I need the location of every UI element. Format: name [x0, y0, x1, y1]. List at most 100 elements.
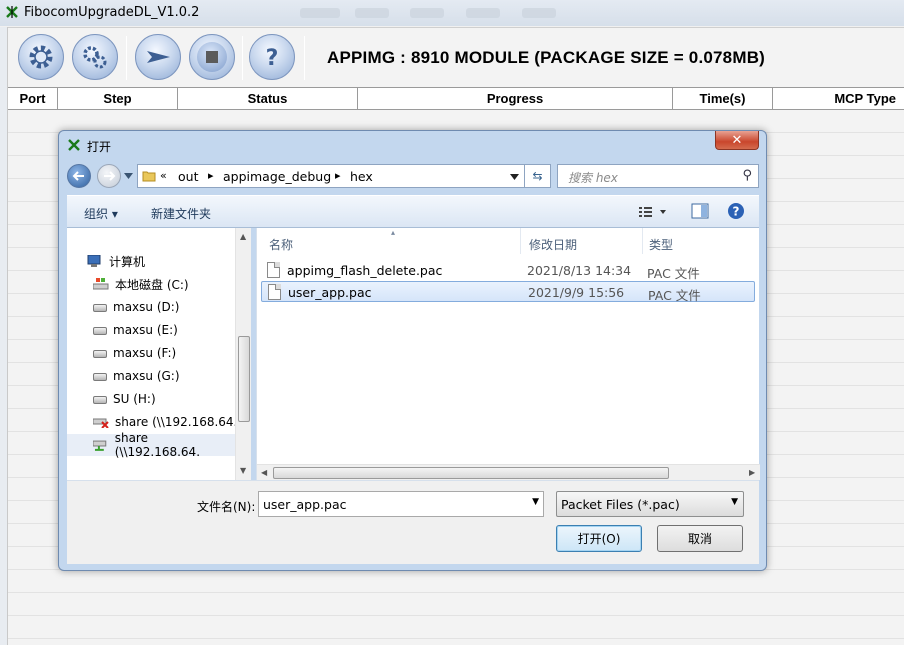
stop-button[interactable] — [189, 34, 235, 80]
tree-item-label: share (\\192.168.64. — [114, 431, 201, 459]
app-title-bar: FibocomUpgradeDL_V1.0.2 — [0, 0, 904, 26]
drive-icon — [93, 304, 107, 312]
help-button[interactable]: ? — [249, 34, 295, 80]
stop-square-icon — [206, 51, 218, 63]
file-type-select[interactable]: Packet Files (*.pac) ▼ — [556, 491, 744, 517]
new-folder-button[interactable]: 新建文件夹 — [151, 205, 211, 222]
back-arrow-icon — [72, 171, 84, 181]
drive-icon — [93, 350, 107, 358]
help-question-icon: ? — [266, 46, 279, 71]
column-time[interactable]: Time(s) — [673, 88, 773, 109]
command-bar: 组织 ▾ 新建文件夹 ? — [67, 195, 759, 228]
gear-icon — [29, 45, 53, 69]
scroll-up-icon[interactable]: ▲ — [240, 232, 246, 241]
app-icon — [6, 6, 18, 18]
scroll-down-icon[interactable]: ▼ — [240, 466, 246, 475]
file-icon — [267, 262, 280, 278]
column-step[interactable]: Step — [58, 88, 178, 109]
column-port[interactable]: Port — [8, 88, 58, 109]
blurred-menu-item — [300, 8, 340, 18]
search-input[interactable]: 搜索 hex ⚲ — [557, 164, 759, 188]
open-file-dialog: 打开 ✕ « out ▸ appimage_debug ▸ hex ⇆ 搜索 h… — [58, 130, 767, 571]
close-button[interactable]: ✕ — [715, 131, 759, 150]
network-drive-icon — [93, 440, 107, 451]
column-mcp-type[interactable]: MCP Type — [773, 88, 904, 109]
tree-item-drive-c[interactable]: 本地磁盘 (C:) — [93, 273, 189, 295]
tree-item-drive-e[interactable]: maxsu (E:) — [93, 319, 178, 341]
scrollbar-thumb[interactable] — [273, 467, 669, 479]
scroll-left-icon[interactable]: ◀ — [261, 468, 267, 477]
file-date: 2021/9/9 15:56 — [528, 285, 625, 300]
forward-button[interactable] — [97, 164, 121, 188]
toolbar-separator — [242, 36, 243, 80]
chevron-down-icon[interactable] — [510, 174, 519, 180]
tree-item-label: 本地磁盘 (C:) — [115, 277, 189, 292]
breadcrumb-arrow-icon: ▸ — [335, 169, 341, 182]
file-row-selected[interactable]: user_app.pac 2021/9/9 15:56 PAC 文件 — [261, 281, 755, 303]
settings-button[interactable] — [72, 34, 118, 80]
scroll-right-icon[interactable]: ▶ — [749, 468, 755, 477]
preview-pane-icon[interactable] — [691, 203, 709, 219]
file-type: PAC 文件 — [647, 266, 700, 281]
tree-item-computer[interactable]: 计算机 — [87, 250, 145, 272]
chevron-down-icon[interactable]: ▼ — [731, 497, 738, 507]
search-placeholder: 搜索 hex — [568, 171, 618, 185]
app-title: FibocomUpgradeDL_V1.0.2 — [24, 5, 200, 20]
breadcrumb-appimage-debug[interactable]: appimage_debug — [223, 169, 331, 184]
refresh-button[interactable]: ⇆ — [525, 164, 551, 188]
file-list-horizontal-scrollbar[interactable]: ◀ ▶ — [257, 464, 760, 480]
open-button[interactable]: 打开(O) — [556, 525, 642, 552]
cancel-button[interactable]: 取消 — [657, 525, 743, 552]
file-list-pane[interactable]: ▴ 名称 修改日期 类型 appimg_flash_delete.pac 202… — [256, 228, 760, 480]
breadcrumb-overflow[interactable]: « — [160, 169, 167, 182]
chevron-down-icon[interactable] — [124, 173, 133, 179]
file-row[interactable]: appimg_flash_delete.pac 2021/8/13 14:34 … — [261, 260, 755, 281]
column-progress[interactable]: Progress — [358, 88, 673, 109]
back-button[interactable] — [67, 164, 91, 188]
tree-item-drive-f[interactable]: maxsu (F:) — [93, 342, 176, 364]
blurred-menu-item — [466, 8, 500, 18]
column-type[interactable]: 类型 — [649, 236, 673, 253]
filename-input[interactable]: user_app.pac ▼ — [258, 491, 544, 517]
system-drive-icon — [93, 278, 109, 290]
help-icon[interactable]: ? — [727, 202, 745, 220]
navigation-vertical-scrollbar[interactable]: ▲ ▼ — [235, 228, 251, 480]
toolbar-separator — [304, 36, 305, 80]
tree-item-label: maxsu (G:) — [113, 369, 180, 383]
file-name: user_app.pac — [288, 285, 372, 300]
package-headline: APPIMG : 8910 MODULE (PACKAGE SIZE = 0.0… — [327, 48, 766, 67]
navigation-pane[interactable]: 计算机 本地磁盘 (C:) maxsu (D:) maxsu (E:) maxs… — [67, 228, 251, 480]
svg-text:?: ? — [733, 205, 740, 219]
refresh-icon: ⇆ — [532, 169, 543, 183]
gear-button[interactable] — [18, 34, 64, 80]
breadcrumb-arrow-icon: ▸ — [208, 169, 214, 182]
main-toolbar: ? APPIMG : 8910 MODULE (PACKAGE SIZE = 0… — [8, 27, 904, 87]
organize-button[interactable]: 组织 ▾ — [84, 205, 118, 222]
forward-arrow-icon — [104, 171, 116, 181]
disconnected-network-drive-icon — [93, 418, 109, 428]
start-button[interactable] — [135, 34, 181, 80]
chevron-down-icon[interactable]: ▼ — [532, 497, 539, 507]
tree-item-drive-d[interactable]: maxsu (D:) — [93, 296, 179, 318]
file-date: 2021/8/13 14:34 — [527, 263, 632, 278]
settings-gears-icon — [83, 46, 107, 69]
tree-item-share-selected[interactable]: share (\\192.168.64. — [67, 431, 235, 459]
column-name[interactable]: 名称 — [269, 236, 293, 253]
breadcrumb-out[interactable]: out — [178, 169, 198, 184]
file-icon — [268, 284, 281, 300]
column-modified-date[interactable]: 修改日期 — [529, 236, 577, 253]
tree-item-drive-h[interactable]: SU (H:) — [93, 388, 156, 410]
tree-item-drive-g[interactable]: maxsu (G:) — [93, 365, 180, 387]
breadcrumb-hex[interactable]: hex — [350, 169, 373, 184]
column-status[interactable]: Status — [178, 88, 358, 109]
column-separator[interactable] — [520, 228, 521, 254]
view-options-icon[interactable] — [638, 205, 668, 219]
address-bar[interactable]: « out ▸ appimage_debug ▸ hex — [137, 164, 525, 188]
tree-item-share-disconnected[interactable]: share (\\192.168.64. — [93, 411, 237, 433]
blurred-menu-item — [522, 8, 556, 18]
navigation-bar: « out ▸ appimage_debug ▸ hex ⇆ 搜索 hex ⚲ — [67, 162, 759, 190]
search-icon[interactable]: ⚲ — [742, 168, 752, 183]
scrollbar-thumb[interactable] — [238, 336, 250, 422]
drive-icon — [93, 396, 107, 404]
column-separator[interactable] — [642, 228, 643, 254]
